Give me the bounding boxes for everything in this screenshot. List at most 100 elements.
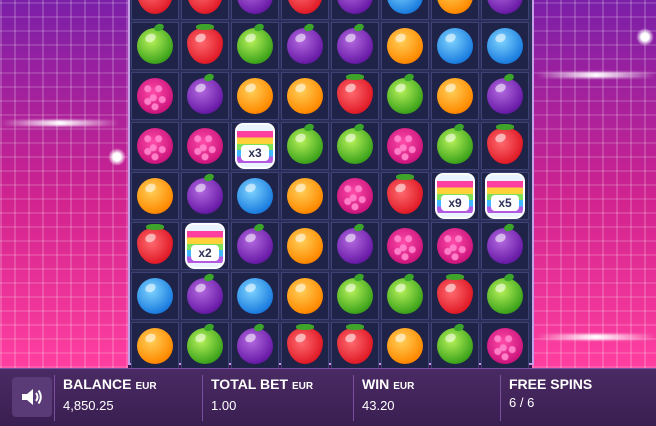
plum-icon bbox=[487, 0, 523, 14]
grid-cell bbox=[431, 0, 479, 20]
orange-icon bbox=[137, 178, 173, 214]
strawberry-icon bbox=[137, 0, 173, 14]
grid-cell bbox=[481, 222, 529, 270]
grid-cell bbox=[381, 222, 429, 270]
blueberry-icon bbox=[237, 178, 273, 214]
plum-icon bbox=[337, 222, 373, 264]
multiplier-jar-icon: x3 bbox=[235, 123, 275, 169]
grid-cell bbox=[481, 22, 529, 70]
grid-cell bbox=[331, 322, 379, 370]
leaf-icon bbox=[303, 22, 315, 33]
grid-cell bbox=[181, 0, 229, 20]
grid-cell bbox=[331, 122, 379, 170]
strawberry-icon bbox=[187, 0, 223, 14]
grid-cell bbox=[381, 72, 429, 120]
grid-cell bbox=[231, 322, 279, 370]
apple-icon bbox=[337, 122, 373, 164]
plum-icon bbox=[187, 272, 223, 314]
grid-cell bbox=[381, 272, 429, 320]
free-spins-label: FREE SPINS bbox=[509, 376, 593, 392]
grid-cell bbox=[281, 172, 329, 220]
speaker-icon bbox=[22, 389, 42, 405]
orange-icon bbox=[137, 328, 173, 364]
grid-cell bbox=[381, 172, 429, 220]
multiplier-jar-icon: x5 bbox=[485, 173, 525, 219]
strawberry-icon bbox=[287, 0, 323, 14]
leaf-icon bbox=[203, 272, 215, 283]
plum-icon bbox=[237, 322, 273, 364]
right-disco-wall bbox=[532, 0, 656, 368]
grid-cell bbox=[131, 22, 179, 70]
strawberry-icon bbox=[387, 174, 423, 214]
grid-cell bbox=[381, 22, 429, 70]
grid-cell bbox=[231, 72, 279, 120]
grid-cell bbox=[481, 0, 529, 20]
grid-cell bbox=[431, 122, 479, 170]
grid-cell bbox=[431, 272, 479, 320]
grid-cell bbox=[331, 72, 379, 120]
raspberry-icon bbox=[137, 78, 173, 114]
light-beam bbox=[0, 120, 120, 126]
orange-icon bbox=[287, 228, 323, 264]
raspberry-icon bbox=[137, 128, 173, 164]
strawberry-icon bbox=[437, 274, 473, 314]
apple-icon bbox=[437, 122, 473, 164]
multiplier-label: x2 bbox=[191, 245, 219, 261]
orange-icon bbox=[437, 0, 473, 14]
left-disco-wall bbox=[0, 0, 128, 368]
raspberry-icon bbox=[337, 178, 373, 214]
leaf-icon bbox=[203, 72, 215, 83]
leaf-icon bbox=[403, 272, 415, 283]
balance-value: 4,850.25 bbox=[63, 398, 114, 413]
grid-cell bbox=[481, 122, 529, 170]
grid-cell bbox=[181, 72, 229, 120]
strawberry-icon bbox=[137, 224, 173, 264]
light-beam bbox=[536, 72, 656, 78]
orange-icon bbox=[387, 28, 423, 64]
grid-cell bbox=[431, 72, 479, 120]
grid-cell bbox=[231, 222, 279, 270]
total-bet-unit: EUR bbox=[292, 381, 314, 392]
strawberry-icon bbox=[337, 324, 373, 364]
slot-grid: x3 x9 x5 x2 bbox=[128, 0, 534, 370]
grid-cell bbox=[131, 72, 179, 120]
leaf-icon bbox=[353, 122, 365, 133]
raspberry-icon bbox=[437, 228, 473, 264]
leaf-icon bbox=[446, 274, 464, 280]
strawberry-icon bbox=[337, 74, 373, 114]
free-spins-display: FREE SPINS 6 / 6 bbox=[500, 375, 649, 421]
grid-cell bbox=[131, 222, 179, 270]
grid-cell bbox=[181, 172, 229, 220]
grid-cell bbox=[431, 22, 479, 70]
apple-icon bbox=[237, 22, 273, 64]
leaf-icon bbox=[503, 72, 515, 83]
grid-cell bbox=[381, 122, 429, 170]
blueberry-icon bbox=[137, 278, 173, 314]
apple-icon bbox=[137, 22, 173, 64]
blueberry-icon bbox=[437, 28, 473, 64]
balance-display: BALANCE EUR 4,850.25 bbox=[54, 375, 203, 421]
grid-cell bbox=[231, 22, 279, 70]
win-value: 43.20 bbox=[362, 398, 395, 413]
plum-icon bbox=[187, 72, 223, 114]
apple-icon bbox=[387, 72, 423, 114]
multiplier-jar-icon: x9 bbox=[435, 173, 475, 219]
grid-cell bbox=[281, 72, 329, 120]
leaf-icon bbox=[353, 222, 365, 233]
plum-icon bbox=[237, 222, 273, 264]
grid-cell bbox=[331, 0, 379, 20]
total-bet-display[interactable]: TOTAL BET EUR 1.00 bbox=[202, 375, 351, 421]
leaf-icon bbox=[353, 22, 365, 33]
orange-icon bbox=[237, 78, 273, 114]
bottom-bar: BALANCE EUR 4,850.25 TOTAL BET EUR 1.00 WI… bbox=[0, 368, 656, 426]
multiplier-jar-icon: x2 bbox=[185, 223, 225, 269]
sound-button[interactable] bbox=[12, 377, 52, 417]
total-bet-label: TOTAL BET EUR bbox=[211, 376, 314, 392]
apple-icon bbox=[437, 322, 473, 364]
blueberry-icon bbox=[237, 278, 273, 314]
leaf-icon bbox=[346, 324, 364, 330]
raspberry-icon bbox=[387, 228, 423, 264]
grid-cell bbox=[131, 172, 179, 220]
grid-cell: x3 bbox=[231, 122, 279, 170]
plum-icon bbox=[337, 22, 373, 64]
